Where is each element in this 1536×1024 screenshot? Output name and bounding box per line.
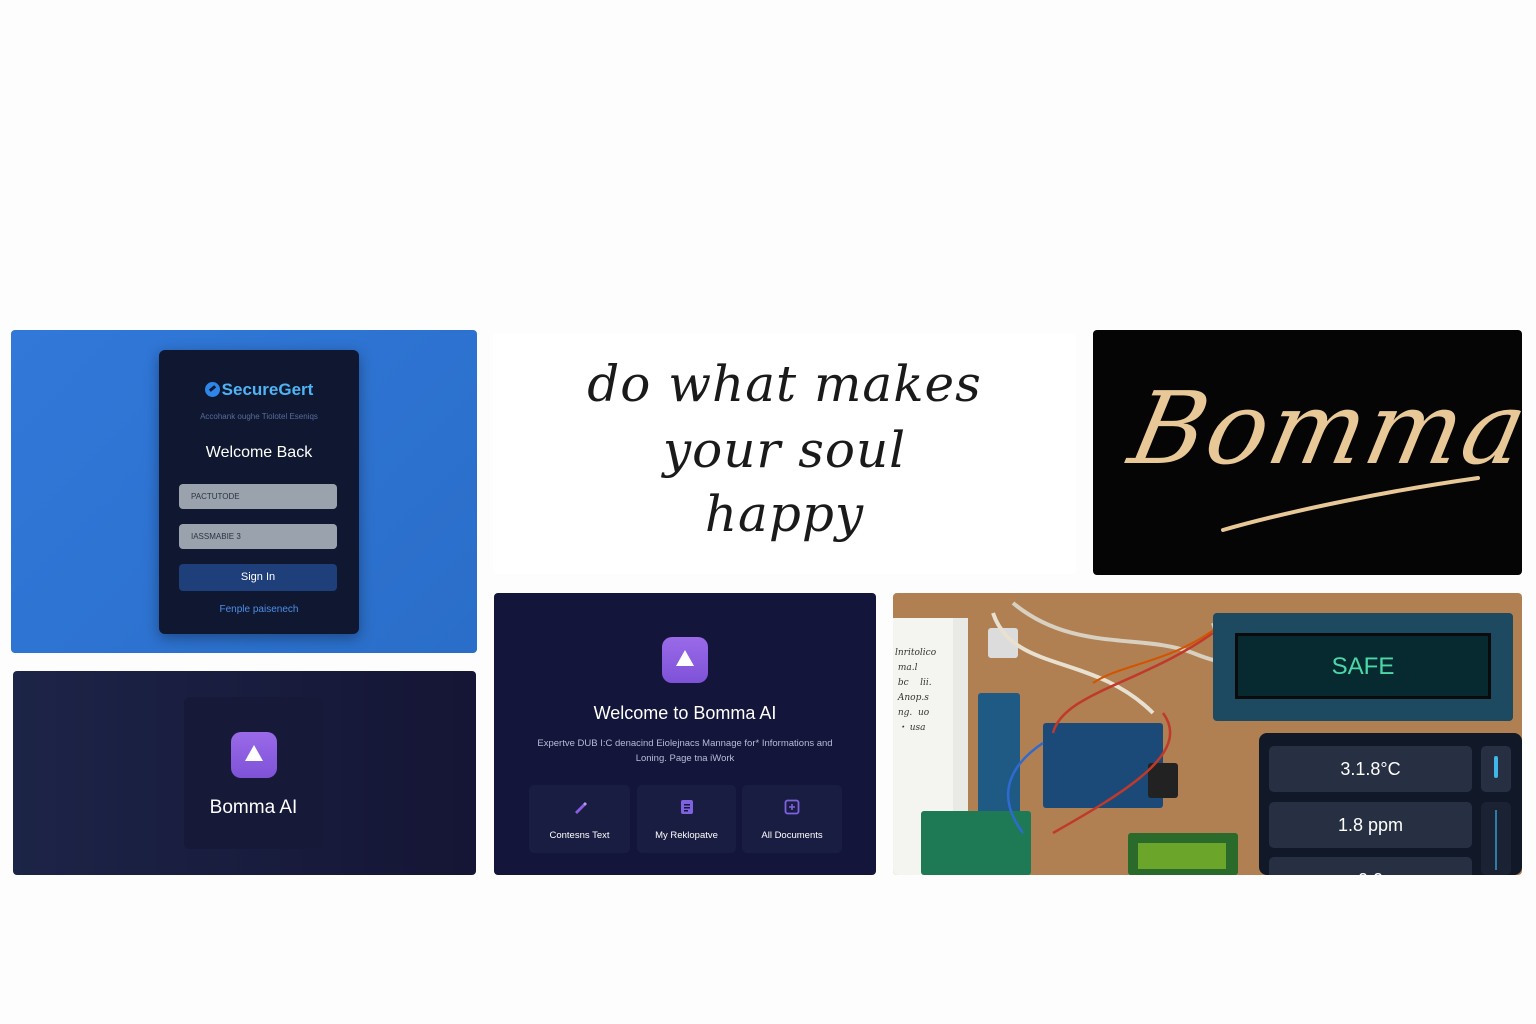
plus-square-icon <box>784 799 800 815</box>
lcd-status-text: SAFE <box>1331 653 1395 680</box>
lcd-screen: SAFE <box>1235 633 1491 699</box>
quote-tile[interactable]: do what makes your soul happy <box>493 333 1076 574</box>
quote-line-2: your soul <box>662 421 907 479</box>
welcome-title: Welcome to Bomma AI <box>593 703 777 723</box>
feature-label: Contesns Text <box>549 830 610 841</box>
feature-label: All Documents <box>761 830 823 841</box>
feature-card-my-reklopatve[interactable]: My Reklopatve <box>637 785 736 853</box>
sign-in-button[interactable]: Sign In <box>179 564 337 591</box>
pen-icon <box>574 802 587 814</box>
password-field[interactable]: IASSMABIE 3 <box>179 524 337 549</box>
temperature-reading: 3.1.8°C <box>1269 746 1472 792</box>
brand-name: SecureGert <box>221 380 314 399</box>
triangle-app-icon <box>662 637 708 683</box>
level-indicator <box>1481 802 1511 875</box>
splash-title: Bomma AI <box>209 797 298 818</box>
forgot-password-link[interactable]: Fenple paisenech <box>159 604 359 615</box>
login-subtitle: Accohank oughe Tiolotel Eseniqs <box>200 412 318 421</box>
welcome-description: Expertve DUB I:C denacind Eiolejnacs Man… <box>537 738 833 764</box>
feature-label: My Reklopatve <box>655 830 718 841</box>
login-card: SecureGert Accohank oughe Tiolotel Eseni… <box>159 350 359 634</box>
feature-card-content-text[interactable]: Contesns Text <box>529 785 630 853</box>
splash-panel: Bomma AI <box>184 697 323 849</box>
hardware-photo-tile[interactable]: lnritolico ma.l bc lii. Anop.s ng. uo ・ … <box>893 593 1522 875</box>
username-field[interactable]: PACTUTODE <box>179 484 337 509</box>
brand-logo: SecureGert <box>159 380 359 400</box>
welcome-screen-tile[interactable]: Welcome to Bomma AI Expertve DUB I:C den… <box>494 593 876 875</box>
third-reading: 0.0 <box>1269 857 1472 875</box>
login-screenshot-tile[interactable]: SecureGert Accohank oughe Tiolotel Eseni… <box>11 330 477 653</box>
thermometer-icon <box>1481 746 1511 792</box>
feature-card-all-documents[interactable]: All Documents <box>742 785 842 853</box>
document-icon <box>680 800 693 814</box>
bomma-ai-splash-tile[interactable]: Bomma AI <box>13 671 476 875</box>
lcd-display-module: SAFE <box>1213 613 1513 721</box>
login-title: Welcome Back <box>205 444 313 461</box>
triangle-app-icon <box>231 732 277 778</box>
readings-dashboard: 3.1.8°C 1.8 ppm 0.0 <box>1259 733 1522 875</box>
check-badge-icon <box>204 382 220 397</box>
quote-line-1: do what makes <box>587 355 982 413</box>
swash-underline-icon <box>1221 476 1480 532</box>
gas-ppm-reading: 1.8 ppm <box>1269 802 1472 848</box>
quote-line-3: happy <box>704 485 865 543</box>
bomma-script-logo-tile[interactable]: Bomma <box>1093 330 1522 575</box>
